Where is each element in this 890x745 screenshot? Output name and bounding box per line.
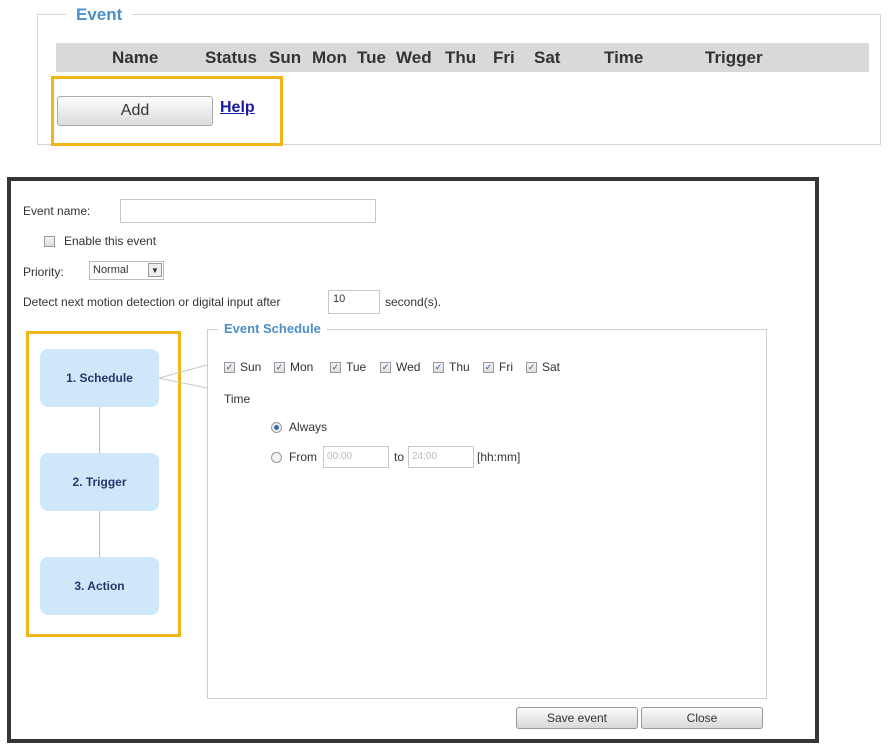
column-header-mon: Mon	[312, 48, 347, 67]
day-label-sat: Sat	[542, 360, 561, 374]
chevron-down-icon[interactable]: ▼	[148, 263, 162, 277]
step-trigger[interactable]: 2. Trigger	[40, 453, 159, 511]
always-label: Always	[289, 420, 328, 434]
event-panel-title: Event	[66, 5, 133, 25]
column-header-sun: Sun	[269, 48, 302, 67]
column-header-fri: Fri	[493, 48, 515, 67]
event-schedule-title: Event Schedule	[218, 321, 327, 336]
step-pointer-lines	[159, 364, 208, 389]
day-checkbox-sat[interactable]: ✓	[526, 362, 537, 373]
column-header-tue: Tue	[357, 48, 386, 67]
enable-event-checkbox[interactable]	[44, 236, 55, 247]
event-name-label: Event name:	[23, 204, 91, 218]
detect-unit-label: second(s).	[385, 295, 442, 309]
from-radio[interactable]	[271, 452, 282, 463]
detect-seconds-input[interactable]: 10	[328, 290, 380, 314]
priority-select[interactable]: Normal ▼	[89, 261, 164, 280]
day-label-fri: Fri	[499, 360, 513, 374]
step-schedule[interactable]: 1. Schedule	[40, 349, 159, 407]
day-checkbox-wed[interactable]: ✓	[380, 362, 391, 373]
help-link[interactable]: Help	[220, 99, 255, 117]
event-table-header: Name Status Sun Mon Tue Wed Thu Fri Sat …	[56, 43, 869, 72]
day-label-tue: Tue	[346, 360, 367, 374]
from-time-input[interactable]: 00:00	[323, 446, 389, 468]
day-label-thu: Thu	[449, 360, 470, 374]
column-header-time: Time	[604, 48, 644, 67]
detect-label: Detect next motion detection or digital …	[23, 295, 281, 309]
column-header-name: Name	[112, 48, 159, 67]
day-checkbox-mon[interactable]: ✓	[274, 362, 285, 373]
to-label: to	[394, 450, 405, 464]
time-label: Time	[224, 392, 251, 406]
close-button[interactable]: Close	[641, 707, 763, 729]
day-checkbox-tue[interactable]: ✓	[330, 362, 341, 373]
step-action[interactable]: 3. Action	[40, 557, 159, 615]
step-connector	[99, 407, 100, 455]
column-header-trigger: Trigger	[705, 48, 763, 67]
day-label-sun: Sun	[240, 360, 262, 374]
event-name-input[interactable]	[120, 199, 376, 223]
event-schedule-panel: Event Schedule ✓ Sun ✓ Mon ✓ Tue ✓ Wed ✓ Thu ✓ Fri ✓…	[207, 321, 767, 699]
day-checkbox-sun[interactable]: ✓	[224, 362, 235, 373]
add-button[interactable]: Add	[57, 96, 213, 126]
from-label: From	[289, 450, 317, 464]
to-time-input[interactable]: 24:00	[408, 446, 474, 468]
save-event-button[interactable]: Save event	[516, 707, 638, 729]
step-connector	[99, 511, 100, 559]
column-header-status: Status	[205, 48, 257, 67]
priority-value: Normal	[93, 264, 129, 276]
event-dialog: Event name: Enable this event Priority: …	[7, 177, 819, 743]
day-label-mon: Mon	[290, 360, 314, 374]
day-label-wed: Wed	[396, 360, 421, 374]
always-radio[interactable]	[271, 422, 282, 433]
day-checkbox-thu[interactable]: ✓	[433, 362, 444, 373]
priority-label: Priority:	[23, 265, 64, 279]
column-header-sat: Sat	[534, 48, 561, 67]
column-header-thu: Thu	[445, 48, 477, 67]
enable-event-label: Enable this event	[64, 234, 157, 248]
column-header-wed: Wed	[396, 48, 432, 67]
day-checkbox-fri[interactable]: ✓	[483, 362, 494, 373]
time-format-hint: [hh:mm]	[477, 450, 521, 464]
